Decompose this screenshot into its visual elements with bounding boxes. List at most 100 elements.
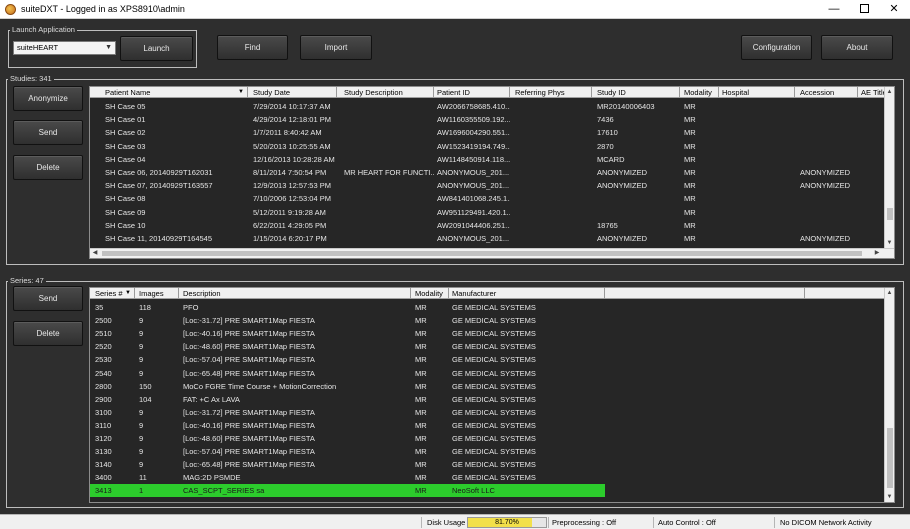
launch-button[interactable]: Launch (120, 36, 193, 61)
column-header[interactable]: Series # ▼ (92, 288, 135, 299)
column-header[interactable]: Description (180, 288, 411, 299)
series-table[interactable]: Series # ▼ Images Description Modality Manufa… (89, 287, 895, 503)
column-header[interactable]: Modality (681, 87, 719, 98)
table-cell: GE MEDICAL SYSTEMS (452, 381, 536, 391)
table-row[interactable]: 3100 9 [Loc:-31.72] PRE SMART1Map FIESTA MR… (90, 406, 882, 419)
column-header[interactable]: Modality (412, 288, 449, 299)
maximize-button[interactable] (849, 0, 879, 19)
table-cell: MR (415, 434, 427, 443)
table-cell: SH Case 10 (105, 220, 146, 230)
column-header-label: Series # (95, 289, 123, 298)
column-header-filler (605, 288, 805, 299)
table-cell: MR (684, 128, 696, 138)
table-cell (797, 113, 858, 126)
table-row[interactable]: 2520 9 [Loc:-48.60] PRE SMART1Map FIESTA MR… (90, 340, 882, 353)
studies-delete-button[interactable]: Delete (13, 155, 83, 180)
table-row[interactable]: 2800 150 MoCo FGRE Time Course + MotionCor… (90, 380, 882, 393)
table-cell: 9 (139, 368, 144, 378)
studies-table[interactable]: Patient Name ▼ Study Date Study Description… (89, 86, 895, 259)
configuration-button[interactable]: Configuration (741, 35, 812, 60)
table-row[interactable]: 3140 9 [Loc:-65.48] PRE SMART1Map FIESTA MR… (90, 458, 882, 471)
status-divider (774, 517, 775, 528)
table-row[interactable]: SH Case 09 5/12/2011 9:19:28 AM AW95112949… (90, 206, 882, 219)
column-header[interactable]: Patient ID (434, 87, 510, 98)
table-row[interactable]: 35 118 PFO MR GE MEDICAL SYSTEMS (90, 301, 882, 314)
find-button[interactable]: Find (217, 35, 288, 60)
series-scroll-thumb[interactable] (887, 428, 893, 488)
table-row[interactable]: SH Case 11, 20140929T164545 1/15/2014 6:2… (90, 232, 882, 245)
status-divider (548, 517, 549, 528)
table-row[interactable]: SH Case 06, 20140929T162031 8/11/2014 7:5… (90, 166, 882, 179)
table-row[interactable]: 3400 11 MAG:2D PSMDE MR GE MEDICAL SYSTEMS (90, 471, 882, 484)
table-cell (719, 219, 795, 232)
scroll-left-icon[interactable]: ◀ (90, 249, 100, 258)
table-cell (858, 206, 886, 219)
table-cell: MR (415, 473, 427, 483)
table-row[interactable]: 3413 1 CAS_SCPT_SERIES sa MR NeoSoft LLC (90, 484, 605, 498)
table-row[interactable]: 2510 9 [Loc:-40.16] PRE SMART1Map FIESTA MR… (90, 327, 882, 340)
table-row[interactable]: 2540 9 [Loc:-65.48] PRE SMART1Map FIESTA MR… (90, 367, 882, 380)
table-cell: 2500 (95, 316, 112, 326)
series-vertical-scrollbar[interactable]: ▲ ▼ (884, 288, 894, 502)
table-row[interactable]: 3130 9 [Loc:-57.04] PRE SMART1Map FIESTA MR… (90, 445, 882, 458)
close-button[interactable]: ✕ (879, 0, 909, 19)
import-button[interactable]: Import (300, 35, 372, 60)
table-cell: 1/15/2014 6:20:17 PM (253, 234, 327, 243)
table-cell: GE MEDICAL SYSTEMS (452, 434, 536, 443)
column-header[interactable]: Patient Name ▼ (102, 87, 248, 98)
scroll-down-icon[interactable]: ▼ (885, 238, 894, 248)
table-row[interactable]: SH Case 02 1/7/2011 8:40:42 AM AW169600429… (90, 126, 882, 139)
studies-scroll-thumb[interactable] (887, 208, 893, 220)
table-row[interactable]: SH Case 04 12/16/2013 10:28:28 AM AW114845… (90, 153, 882, 166)
anonymize-button[interactable]: Anonymize (13, 86, 83, 111)
column-header-label: Modality (684, 88, 712, 97)
table-row[interactable]: SH Case 08 7/10/2006 12:53:04 PM AW8414010… (90, 192, 882, 205)
table-row[interactable]: 2530 9 [Loc:-57.04] PRE SMART1Map FIESTA MR… (90, 353, 882, 366)
scroll-down-icon[interactable]: ▼ (885, 492, 894, 502)
table-cell: 9 (139, 316, 144, 326)
column-header[interactable]: Accession (797, 87, 858, 98)
table-cell (719, 192, 795, 205)
table-cell: 3110 (95, 420, 112, 430)
table-row[interactable]: 3110 9 [Loc:-40.16] PRE SMART1Map FIESTA MR… (90, 419, 882, 432)
studies-send-button[interactable]: Send (13, 120, 83, 145)
column-header[interactable]: Study Description (341, 87, 434, 98)
column-header[interactable]: AE Title (858, 87, 886, 98)
column-header[interactable]: Study Date (250, 87, 337, 98)
about-button[interactable]: About (821, 35, 893, 60)
application-select[interactable]: suiteHEART ▼ (13, 41, 116, 55)
table-row[interactable]: SH Case 03 5/20/2013 10:25:55 AM AW1523419… (90, 140, 882, 153)
column-header[interactable]: Hospital (719, 87, 795, 98)
table-row[interactable]: SH Case 01 4/29/2014 12:18:01 PM AW1160355… (90, 113, 882, 126)
series-send-button[interactable]: Send (13, 286, 83, 311)
table-row[interactable]: 3120 9 [Loc:-48.60] PRE SMART1Map FIESTA MR… (90, 432, 882, 445)
table-row[interactable]: 2500 9 [Loc:-31.72] PRE SMART1Map FIESTA MR… (90, 314, 882, 327)
column-header[interactable]: Study ID (594, 87, 680, 98)
table-cell (797, 140, 858, 153)
table-cell: AW2066758685.410.... (437, 102, 510, 111)
table-cell: 2800 (95, 381, 112, 391)
column-header[interactable]: Manufacturer (449, 288, 605, 299)
table-row[interactable]: SH Case 07, 20140929T163557 12/9/2013 12:… (90, 179, 882, 192)
studies-vertical-scrollbar[interactable]: ▲ ▼ (884, 87, 894, 248)
table-cell: 2900 (95, 394, 112, 404)
studies-table-header: Patient Name ▼ Study Date Study Description… (90, 87, 886, 98)
table-row[interactable]: 2900 104 FAT: +C Ax LAVA MR GE MEDICAL SYSTE… (90, 393, 882, 406)
table-row[interactable]: SH Case 05 7/29/2014 10:17:37 AM AW2066758… (90, 100, 882, 113)
table-cell (797, 100, 858, 113)
column-header[interactable]: Images (136, 288, 179, 299)
scroll-right-icon[interactable]: ▶ (872, 249, 882, 258)
table-cell (858, 153, 886, 166)
series-delete-button[interactable]: Delete (13, 321, 83, 346)
scroll-up-icon[interactable]: ▲ (885, 288, 894, 298)
table-cell (512, 206, 592, 219)
column-header-label: Accession (800, 88, 835, 97)
table-row[interactable]: SH Case 10 6/22/2011 4:29:05 PM AW20910444… (90, 219, 882, 232)
column-header[interactable]: Referring Phys (512, 87, 592, 98)
table-cell: MR (415, 486, 427, 496)
studies-hscroll-thumb[interactable] (102, 251, 862, 256)
minimize-button[interactable]: — (819, 0, 849, 19)
scroll-up-icon[interactable]: ▲ (885, 87, 894, 97)
studies-horizontal-scrollbar[interactable]: ◀ ▶ (90, 248, 894, 258)
table-cell (512, 192, 592, 205)
